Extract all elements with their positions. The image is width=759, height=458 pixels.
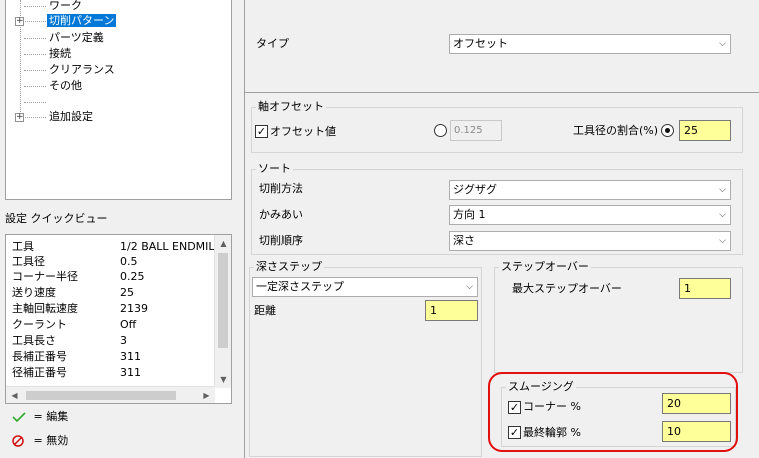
quickview-row: 送り速度 25 bbox=[12, 286, 134, 299]
tree-connector bbox=[25, 21, 46, 22]
tool-diameter-ratio-label: 工具径の割合(%) bbox=[573, 124, 659, 137]
quickview-row: 径補正番号 311 bbox=[12, 366, 141, 379]
legend-disabled: = 無効 bbox=[12, 432, 68, 450]
quickview-panel: 工具 1/2 BALL ENDMILL 工具径 0.5 コーナー半径 0.25 送り速… bbox=[5, 234, 232, 404]
tool-diameter-ratio-radio[interactable] bbox=[661, 124, 674, 137]
distance-input[interactable]: 1 bbox=[425, 300, 478, 321]
quickview-row: 主軸回転速度 2139 bbox=[12, 302, 148, 315]
cut-order-dropdown[interactable]: 深さ ⌵ bbox=[449, 231, 731, 251]
tree-item-other[interactable]: その他 bbox=[49, 78, 82, 94]
engagement-label: かみあい bbox=[259, 208, 303, 221]
legend-disabled-label: = 無効 bbox=[33, 434, 69, 447]
disabled-icon bbox=[12, 435, 24, 447]
offset-value-checkbox[interactable]: ✓ bbox=[255, 125, 268, 138]
scrollbar-thumb[interactable] bbox=[218, 253, 228, 348]
tree-connector bbox=[24, 38, 46, 39]
max-stepover-label: 最大ステップオーバー bbox=[512, 282, 622, 295]
chevron-down-icon: ⌵ bbox=[466, 282, 473, 292]
tree-connector bbox=[24, 6, 46, 7]
scrollbar-thumb[interactable] bbox=[26, 391, 176, 400]
axis-offset-title: 軸オフセット bbox=[256, 100, 326, 114]
chevron-down-icon: ⌵ bbox=[719, 236, 726, 246]
legend-edit-label: = 編集 bbox=[33, 410, 69, 423]
cut-order-value: 深さ bbox=[453, 234, 475, 247]
scroll-up-icon[interactable]: ▲ bbox=[215, 235, 231, 252]
tree-item-part-definition[interactable]: パーツ定義 bbox=[49, 30, 104, 46]
engagement-dropdown[interactable]: 方向 1 ⌵ bbox=[449, 205, 731, 225]
stepover-title: ステップオーバー bbox=[499, 260, 591, 274]
quickview-row: 工具長さ 3 bbox=[12, 334, 127, 347]
tree-connector bbox=[25, 117, 46, 118]
tree-item-cut-pattern[interactable]: 切削パターン bbox=[47, 13, 117, 29]
quickview-row: 工具径 0.5 bbox=[12, 255, 138, 268]
checkmark-icon bbox=[12, 412, 26, 423]
quickview-row: コーナー半径 0.25 bbox=[12, 270, 145, 283]
operation-tree[interactable]: ワーク + 切削パターン パーツ定義 接続 クリアランス その他 + 追加設定 bbox=[5, 0, 232, 200]
horizontal-scrollbar[interactable]: ◀ ▶ bbox=[6, 386, 215, 403]
cut-method-label: 切削方法 bbox=[259, 182, 303, 195]
panel-divider bbox=[244, 92, 759, 93]
depth-step-mode-value: 一定深さステップ bbox=[256, 280, 344, 293]
chevron-down-icon: ⌵ bbox=[719, 185, 726, 195]
sort-title: ソート bbox=[256, 162, 293, 176]
depth-step-mode-dropdown[interactable]: 一定深さステップ ⌵ bbox=[252, 277, 478, 297]
expand-icon[interactable]: + bbox=[15, 17, 24, 26]
tree-item-work[interactable]: ワーク bbox=[49, 0, 82, 14]
quickview-title: 設定 クイックビュー bbox=[5, 212, 108, 225]
tree-item-additional-settings[interactable]: 追加設定 bbox=[49, 109, 93, 125]
chevron-down-icon: ⌵ bbox=[719, 39, 726, 49]
type-label: タイプ bbox=[256, 37, 289, 50]
panel-divider bbox=[244, 0, 245, 458]
type-value: オフセット bbox=[453, 37, 508, 50]
tool-diameter-ratio-input[interactable]: 25 bbox=[679, 120, 731, 141]
highlight-annotation bbox=[488, 372, 738, 452]
quickview-row: クーラント Off bbox=[12, 318, 137, 331]
offset-value-label: オフセット値 bbox=[270, 125, 336, 138]
legend-edit: = 編集 bbox=[12, 408, 68, 426]
distance-label: 距離 bbox=[254, 304, 276, 317]
max-stepover-input[interactable]: 1 bbox=[679, 278, 731, 299]
quickview-row: 長補正番号 311 bbox=[12, 350, 141, 363]
tree-connector bbox=[24, 70, 46, 71]
scroll-down-icon[interactable]: ▼ bbox=[215, 371, 231, 388]
vertical-scrollbar[interactable]: ▲ ▼ bbox=[214, 235, 231, 388]
offset-value-radio[interactable] bbox=[434, 124, 447, 137]
quickview-row: 工具 1/2 BALL ENDMILL bbox=[12, 240, 221, 253]
cut-order-label: 切削順序 bbox=[259, 234, 303, 247]
offset-value-field: 0.125 bbox=[450, 120, 502, 141]
tree-connector bbox=[24, 102, 46, 103]
depth-step-title: 深さステップ bbox=[254, 260, 324, 274]
cut-method-value: ジグザグ bbox=[453, 183, 497, 196]
scroll-right-icon[interactable]: ▶ bbox=[198, 387, 215, 403]
engagement-value: 方向 1 bbox=[453, 208, 486, 221]
cut-method-dropdown[interactable]: ジグザグ ⌵ bbox=[449, 180, 731, 200]
expand-icon[interactable]: + bbox=[15, 113, 24, 122]
chevron-down-icon: ⌵ bbox=[719, 210, 726, 220]
type-dropdown[interactable]: オフセット ⌵ bbox=[449, 34, 731, 54]
tree-connector bbox=[24, 54, 46, 55]
scroll-left-icon[interactable]: ◀ bbox=[6, 387, 23, 403]
tree-item-connection[interactable]: 接続 bbox=[49, 46, 71, 62]
tree-item-clearance[interactable]: クリアランス bbox=[49, 62, 115, 78]
tree-connector bbox=[24, 86, 46, 87]
